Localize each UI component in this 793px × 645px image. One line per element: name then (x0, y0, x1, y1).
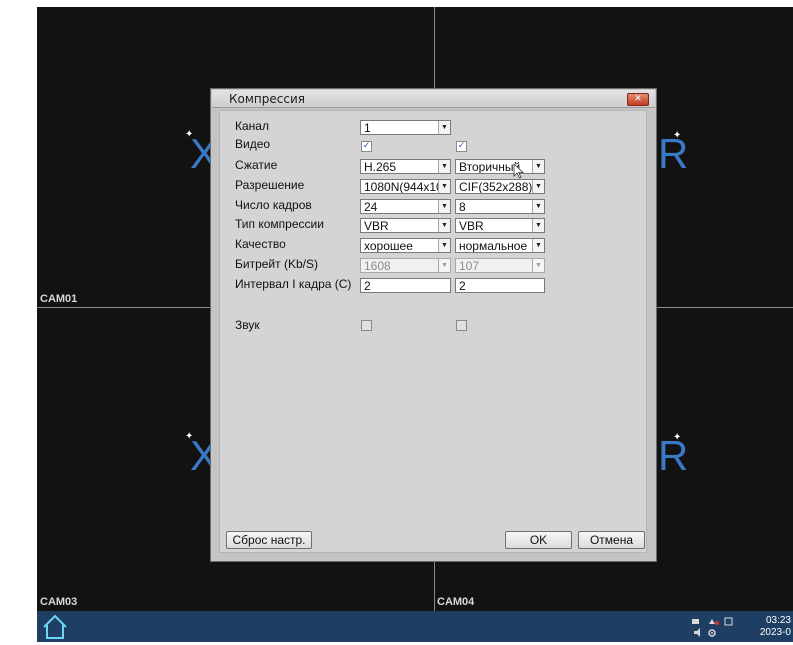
main-bitrate-value: 1608 (364, 259, 391, 273)
main-compression-value: H.265 (364, 160, 397, 174)
chevron-down-icon: ▼ (532, 160, 544, 173)
chevron-down-icon: ▼ (438, 219, 450, 232)
channel-select[interactable]: 1 ▼ (360, 120, 451, 135)
monitor-icon (724, 617, 733, 626)
main-resolution-value: 1080N(944x1080) (364, 180, 438, 194)
logo-sparkle-icon: ✦ (673, 130, 682, 141)
label-channel: Канал (235, 119, 269, 133)
clock-time: 03:23 (765, 615, 791, 626)
camera-label: CAM01 (40, 293, 78, 305)
main-bitrate-select: 1608 ▼ (360, 258, 451, 273)
extra-iframe-interval-input[interactable]: 2 (455, 278, 545, 293)
close-button[interactable]: ✕ (627, 93, 649, 106)
extra-video-checkbox[interactable]: ✓ (456, 141, 467, 152)
dialog-titlebar[interactable]: Компрессия ✕ (212, 90, 655, 108)
logo-sparkle-icon: ✦ (185, 431, 194, 442)
label-compression: Сжатие (235, 158, 278, 172)
extra-quality-select[interactable]: нормальное ▼ (455, 238, 545, 253)
camera-label: CAM03 (40, 596, 78, 608)
label-iframe-interval: Интервал I кадра (С) (235, 277, 352, 291)
clock-date: 2023-0 (759, 627, 791, 638)
chevron-down-icon: ▼ (438, 180, 450, 193)
taskbar: 03:23 2023-0 (37, 611, 793, 642)
main-quality-select[interactable]: хорошее ▼ (360, 238, 451, 253)
label-bitrate: Битрейт (Kb/S) (235, 257, 318, 271)
extra-frame-rate-value: 8 (459, 200, 466, 214)
main-audio-checkbox[interactable] (361, 320, 372, 331)
channel-value: 1 (364, 121, 371, 135)
reset-button[interactable]: Сброс настр. (226, 531, 312, 549)
main-quality-value: хорошее (364, 239, 413, 253)
extra-resolution-select[interactable]: CIF(352x288) ▼ (455, 179, 545, 194)
cancel-button[interactable]: Отмена (578, 531, 645, 549)
home-icon[interactable] (40, 613, 70, 641)
hdd-icon (692, 619, 699, 624)
label-quality: Качество (235, 237, 286, 251)
chevron-down-icon: ▼ (438, 121, 450, 134)
system-tray (691, 616, 741, 640)
main-resolution-select[interactable]: 1080N(944x1080) ▼ (360, 179, 451, 194)
extra-bitrate-type-select[interactable]: VBR ▼ (455, 218, 545, 233)
label-bitrate-type: Тип компрессии (235, 217, 324, 231)
chevron-down-icon: ▼ (532, 259, 544, 272)
dialog-title: Компрессия (229, 92, 305, 106)
chevron-down-icon: ▼ (438, 200, 450, 213)
label-video: Видео (235, 137, 271, 151)
logo-sparkle-icon: ✦ (185, 129, 194, 140)
extra-bitrate-select: 107 ▼ (455, 258, 545, 273)
main-compression-select[interactable]: H.265 ▼ (360, 159, 451, 174)
compression-dialog: Компрессия ✕ Канал Видео Сжатие Разрешен… (210, 88, 657, 562)
main-iframe-interval-input[interactable]: 2 (360, 278, 451, 293)
extra-quality-value: нормальное (459, 239, 528, 253)
extra-frame-rate-select[interactable]: 8 ▼ (455, 199, 545, 214)
chevron-down-icon: ▼ (438, 259, 450, 272)
speaker-icon (694, 628, 700, 637)
chevron-down-icon: ▼ (438, 239, 450, 252)
extra-bitrate-value: 107 (459, 259, 480, 273)
chevron-down-icon: ▼ (532, 180, 544, 193)
chevron-down-icon: ▼ (532, 200, 544, 213)
extra-audio-checkbox[interactable] (456, 320, 467, 331)
chevron-down-icon: ▼ (438, 160, 450, 173)
network-icon (709, 619, 715, 624)
label-resolution: Разрешение (235, 178, 305, 192)
main-frame-rate-value: 24 (364, 200, 378, 214)
extra-stream-select[interactable]: Вторичный ▼ (455, 159, 545, 174)
chevron-down-icon: ▼ (532, 219, 544, 232)
main-bitrate-type-select[interactable]: VBR ▼ (360, 218, 451, 233)
chevron-down-icon: ▼ (532, 239, 544, 252)
label-audio: Звук (235, 318, 260, 332)
main-bitrate-type-value: VBR (364, 219, 389, 233)
close-icon: ✕ (634, 94, 642, 104)
dialog-body: Канал Видео Сжатие Разрешение Число кадр… (219, 110, 647, 553)
logo-sparkle-icon: ✦ (673, 432, 682, 443)
label-frame-rate: Число кадров (235, 198, 312, 212)
clock: 03:23 2023-0 (760, 615, 791, 639)
ok-button[interactable]: OK (505, 531, 572, 549)
main-video-checkbox[interactable]: ✓ (361, 141, 372, 152)
extra-bitrate-type-value: VBR (459, 219, 484, 233)
mouse-pointer-icon (513, 163, 525, 183)
main-frame-rate-select[interactable]: 24 ▼ (360, 199, 451, 214)
camera-label: CAM04 (437, 596, 475, 608)
